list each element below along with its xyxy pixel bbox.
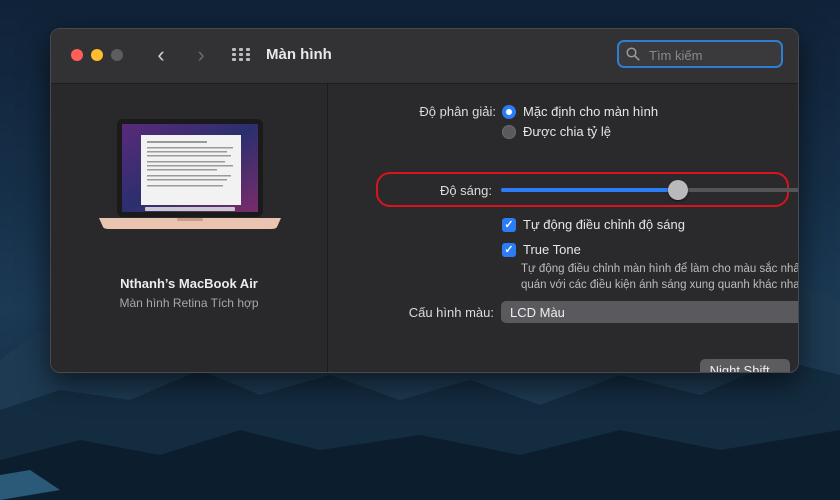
back-button[interactable]: ‹ (150, 43, 172, 67)
search-field[interactable] (617, 40, 783, 68)
brightness-slider[interactable] (501, 180, 798, 200)
color-profile-value: LCD Màu (510, 305, 565, 320)
device-name: Nthanh’s MacBook Air (120, 276, 258, 291)
color-profile-label: Cấu hình màu: (408, 305, 494, 320)
resolution-default-label[interactable]: Mặc định cho màn hình (523, 104, 658, 119)
true-tone-description-line2: quán với các điều kiện ánh sáng xung qua… (521, 279, 799, 291)
resolution-default-radio[interactable] (502, 105, 516, 119)
device-subtitle: Màn hình Retina Tích hợp (119, 296, 259, 310)
resolution-label: Độ phân giải: (419, 104, 496, 119)
resolution-scaled-radio[interactable] (502, 125, 516, 139)
brightness-slider-knob[interactable] (668, 180, 688, 200)
auto-brightness-checkbox[interactable]: ✓ (502, 218, 516, 232)
chevron-left-icon: ‹ (157, 42, 165, 67)
device-sidebar: Nthanh’s MacBook Air Màn hình Retina Tíc… (51, 84, 328, 372)
minimize-window-button[interactable] (91, 49, 103, 61)
brightness-slider-fill (501, 188, 678, 192)
window-title: Màn hình (266, 46, 332, 63)
color-profile-select[interactable]: LCD Màu ▲▼ (501, 301, 798, 323)
close-window-button[interactable] (71, 49, 83, 61)
true-tone-label[interactable]: True Tone (523, 242, 581, 257)
true-tone-description: Tự động điều chỉnh màn hình để làm cho m… (521, 261, 799, 293)
brightness-label: Độ sáng: (439, 183, 492, 198)
chevron-right-icon: › (197, 42, 205, 67)
true-tone-checkbox[interactable]: ✓ (502, 243, 516, 257)
search-input[interactable] (647, 45, 781, 65)
macbook-icon (99, 119, 281, 229)
title-bar: ‹ › Màn hình (51, 29, 798, 84)
auto-brightness-label[interactable]: Tự động điều chỉnh độ sáng (523, 217, 685, 232)
display-settings-window: ‹ › Màn hình Tìm kiếm Nthanh’s MacBook A… (50, 28, 799, 373)
resolution-scaled-label[interactable]: Được chia tỷ lệ (523, 124, 611, 139)
night-shift-button[interactable]: Night Shift... (700, 359, 790, 372)
true-tone-description-line1: Tự động điều chỉnh màn hình để làm cho m… (521, 263, 799, 275)
forward-button[interactable]: › (190, 43, 212, 67)
zoom-window-button[interactable] (111, 49, 123, 61)
display-settings-panel: Độ phân giải: Mặc định cho màn hình Được… (328, 84, 798, 372)
show-all-grid-icon[interactable] (232, 48, 250, 62)
search-icon (626, 47, 640, 61)
